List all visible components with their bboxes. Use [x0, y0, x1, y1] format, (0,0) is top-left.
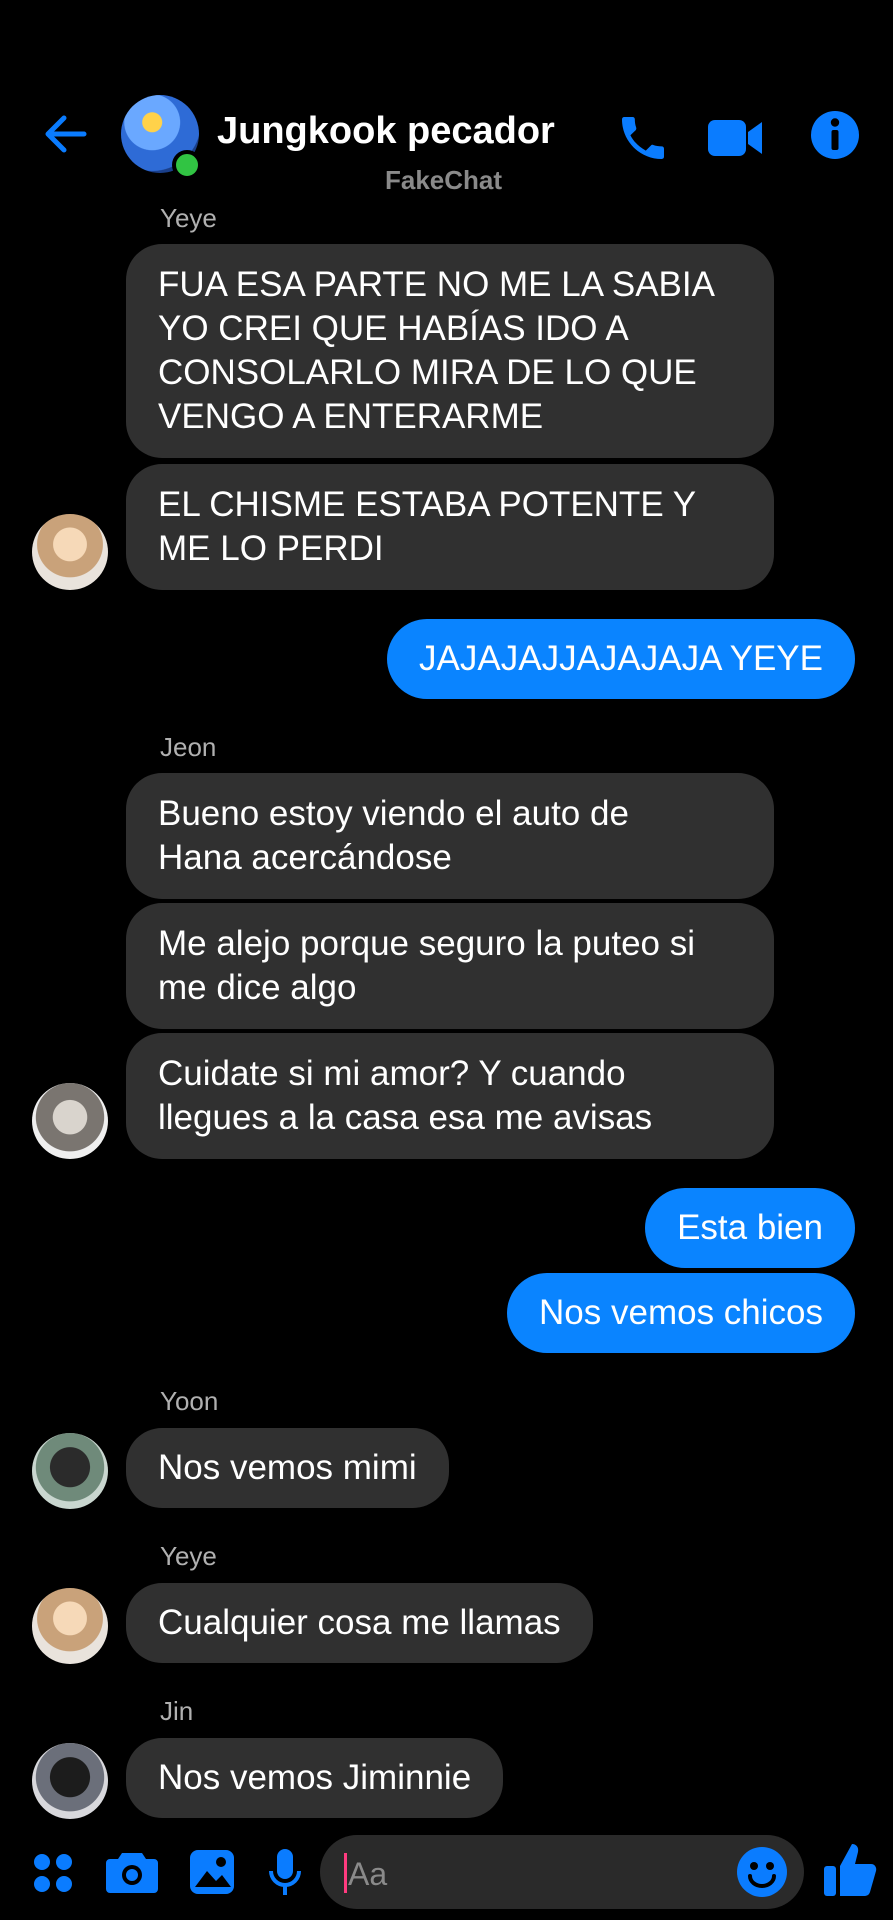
phone-icon [622, 117, 664, 159]
message-line: ME LO PERDI [158, 529, 384, 568]
message-line: me dice algo [158, 968, 357, 1007]
menu-button[interactable] [32, 1852, 74, 1894]
message-line: FUA ESA PARTE NO ME LA SABIA [158, 265, 715, 304]
incoming-message[interactable]: Bueno estoy viendo el auto de Hana acerc… [126, 773, 774, 899]
gallery-button[interactable] [189, 1849, 235, 1895]
camera-button[interactable] [106, 1849, 158, 1895]
sender-name: Yeye [160, 203, 217, 233]
avatar[interactable] [32, 1083, 108, 1159]
outgoing-message[interactable]: Nos vemos chicos [507, 1273, 855, 1353]
message-line: Nos vemos Jiminnie [158, 1758, 472, 1797]
incoming-message[interactable]: FUA ESA PARTE NO ME LA SABIA YO CREI QUE… [126, 244, 774, 458]
back-button[interactable] [40, 108, 92, 160]
outgoing-message[interactable]: Esta bien [645, 1188, 855, 1268]
incoming-message[interactable]: Nos vemos Jiminnie [126, 1738, 504, 1818]
info-icon [811, 111, 859, 159]
call-button[interactable] [615, 110, 671, 166]
incoming-message[interactable]: Cuidate si mi amor? Y cuando llegues a l… [126, 1033, 774, 1159]
incoming-message[interactable]: Cualquier cosa me llamas [126, 1583, 593, 1663]
message-line: VENGO A ENTERARME [158, 397, 544, 436]
emoji-button[interactable] [736, 1846, 788, 1898]
message-line: EL CHISME ESTABA POTENTE Y [158, 485, 697, 524]
microphone-icon [269, 1849, 301, 1895]
incoming-message[interactable]: Me alejo porque seguro la puteo si me di… [126, 903, 774, 1029]
avatar[interactable] [32, 1588, 108, 1664]
message-line: Cuidate si mi amor? Y cuando [158, 1054, 626, 1093]
avatar[interactable] [32, 1433, 108, 1509]
camera-icon [106, 1853, 158, 1893]
incoming-message[interactable]: EL CHISME ESTABA POTENTE Y ME LO PERDI [126, 464, 774, 590]
sender-name: Yeye [160, 1541, 217, 1571]
avatar[interactable] [32, 1743, 108, 1819]
sender-name: Jin [160, 1696, 194, 1726]
info-button[interactable] [810, 110, 860, 160]
outgoing-message[interactable]: JAJAJAJJAJAJAJA YEYE [387, 619, 855, 699]
voice-button[interactable] [268, 1847, 302, 1899]
emoji-icon [737, 1847, 787, 1897]
arrow-left-icon [45, 115, 87, 153]
image-icon [190, 1850, 234, 1894]
video-call-button[interactable] [706, 112, 764, 164]
online-status-dot [172, 150, 202, 180]
message-line: llegues a la casa esa me avisas [158, 1098, 653, 1137]
message-line: Me alejo porque seguro la puteo si [158, 924, 696, 963]
message-line: Cualquier cosa me llamas [158, 1603, 561, 1642]
like-button[interactable] [822, 1840, 878, 1900]
video-camera-icon [708, 120, 762, 156]
menu-grid-icon [34, 1854, 72, 1892]
message-input[interactable] [320, 1835, 804, 1909]
text-cursor [344, 1853, 347, 1893]
sender-name: Jeon [160, 732, 217, 762]
conversation-subtitle: FakeChat [385, 165, 503, 195]
message-input-placeholder: Aa [348, 1856, 388, 1892]
message-line: YO CREI QUE HABÍAS IDO A [158, 309, 629, 348]
sender-name: Yoon [160, 1386, 219, 1416]
incoming-message[interactable]: Nos vemos mimi [126, 1428, 449, 1508]
message-line: CONSOLARLO MIRA DE LO QUE [158, 353, 697, 392]
thumbs-up-icon [824, 1844, 877, 1896]
message-line: Bueno estoy viendo el auto de [158, 794, 629, 833]
message-line: Hana acercándose [158, 838, 452, 877]
message-line: Nos vemos mimi [158, 1448, 417, 1487]
avatar[interactable] [32, 514, 108, 590]
conversation-title[interactable]: Jungkook pecador [217, 110, 555, 153]
